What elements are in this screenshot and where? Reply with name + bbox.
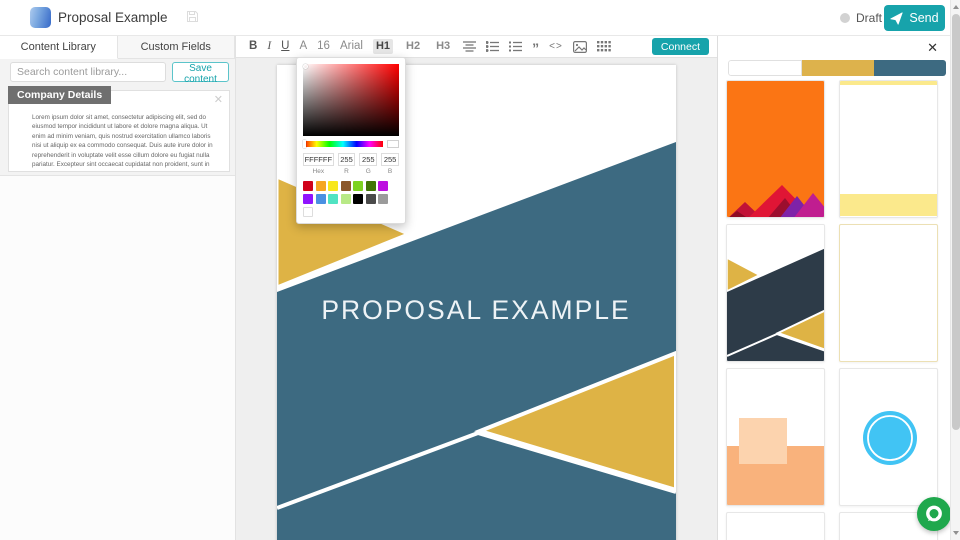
current-color-preview	[387, 140, 399, 148]
yellow-strip	[840, 81, 937, 85]
proposal-editor-app: Proposal Example Draft Send Content Libr…	[0, 0, 960, 540]
italic-button[interactable]: I	[267, 40, 271, 53]
scroll-up-icon[interactable]	[953, 5, 959, 9]
color-swatch[interactable]	[353, 194, 363, 204]
theme-color-segment[interactable]	[802, 60, 874, 76]
formatting-toolbar: B I U A 16 Arial H1 H2 H3 ” <> Connect	[236, 36, 717, 58]
close-icon[interactable]: ✕	[214, 93, 223, 106]
status-label: Draft	[856, 11, 883, 25]
autosave-icon	[186, 10, 199, 28]
blockquote-icon[interactable]: ”	[532, 41, 539, 55]
heading2-button[interactable]: H2	[403, 39, 423, 54]
cover-title[interactable]: PROPOSAL EXAMPLE	[321, 295, 630, 325]
color-swatch[interactable]	[303, 181, 313, 191]
red-label: R	[344, 168, 349, 175]
template-panel: ✕	[717, 36, 950, 540]
hex-input[interactable]	[303, 153, 334, 166]
page-scrollbar[interactable]	[950, 0, 960, 540]
chat-widget-button[interactable]	[917, 497, 951, 531]
library-tabs: Content Library Custom Fields	[0, 36, 235, 59]
bullet-list-icon[interactable]	[486, 41, 500, 52]
template-thumbnail-blank[interactable]	[839, 224, 938, 362]
align-center-icon[interactable]	[463, 41, 477, 52]
app-logo-icon[interactable]	[30, 7, 51, 28]
font-size-button[interactable]: 16	[317, 40, 330, 53]
font-family-button[interactable]: Arial	[340, 40, 363, 53]
green-input[interactable]	[359, 153, 378, 166]
tab-custom-fields[interactable]: Custom Fields	[118, 36, 235, 58]
color-swatch[interactable]	[378, 181, 388, 191]
peach-square	[739, 418, 787, 464]
color-swatch[interactable]	[365, 181, 376, 191]
status-dot-icon	[840, 13, 850, 23]
theme-color-segment[interactable]	[874, 60, 946, 76]
document-title: Proposal Example	[58, 10, 168, 25]
color-swatch[interactable]	[328, 194, 338, 204]
hue-cursor[interactable]	[303, 140, 306, 148]
color-swatch[interactable]	[303, 194, 313, 204]
text-color-button[interactable]: A	[299, 40, 307, 53]
blue-input[interactable]	[381, 153, 399, 166]
underline-button[interactable]: U	[281, 40, 289, 53]
template-thumbnail-navy-cover[interactable]	[726, 224, 825, 362]
chat-bubble-icon	[926, 505, 942, 522]
status-indicator: Draft	[840, 11, 882, 25]
hex-label: Hex	[312, 168, 325, 175]
connect-button[interactable]: Connect	[651, 38, 709, 55]
color-swatch[interactable]	[315, 181, 326, 191]
theme-color-bar[interactable]	[728, 60, 946, 76]
scroll-down-icon[interactable]	[953, 531, 959, 535]
heading3-button[interactable]: H3	[433, 39, 453, 54]
snippet-body-text: Lorem ipsum dolor sit amet, consectetur …	[32, 114, 213, 171]
code-icon[interactable]: <>	[549, 41, 563, 52]
template-thumbnail-blue-circle[interactable]	[839, 368, 938, 506]
template-thumbnail-yellow-bands[interactable]	[839, 80, 938, 218]
search-input[interactable]	[10, 62, 166, 82]
saturation-cursor[interactable]	[303, 64, 308, 69]
color-picker-popover: Hex R G B	[296, 57, 406, 224]
yellow-band	[840, 194, 937, 216]
color-swatch[interactable]	[365, 194, 376, 204]
color-swatch[interactable]	[340, 194, 351, 204]
table-grid-icon[interactable]	[596, 41, 611, 52]
save-content-button[interactable]: Save content	[172, 62, 229, 85]
color-swatch[interactable]	[353, 181, 363, 191]
green-label: G	[365, 168, 371, 175]
color-swatch[interactable]	[303, 207, 313, 217]
red-input[interactable]	[337, 153, 356, 166]
saturation-area[interactable]	[303, 64, 399, 136]
top-bar: Proposal Example Draft Send	[0, 0, 950, 36]
scrollbar-thumb[interactable]	[952, 14, 960, 430]
swatch-grid	[303, 181, 399, 217]
ordered-list-icon[interactable]	[509, 41, 523, 52]
close-panel-icon[interactable]: ✕	[927, 40, 938, 56]
blue-label: B	[387, 168, 393, 175]
paper-plane-icon	[890, 11, 903, 25]
color-swatch[interactable]	[378, 194, 388, 204]
heading1-button[interactable]: H1	[372, 39, 394, 54]
tab-content-library[interactable]: Content Library	[0, 36, 118, 59]
color-swatch[interactable]	[328, 181, 338, 191]
image-icon[interactable]	[572, 40, 587, 53]
color-swatch[interactable]	[315, 194, 326, 204]
theme-color-segment[interactable]	[728, 60, 802, 76]
snippet-title-badge[interactable]: Company Details	[8, 86, 112, 104]
bold-button[interactable]: B	[249, 40, 257, 53]
template-thumbnail-blank[interactable]	[726, 512, 825, 540]
send-button[interactable]: Send	[884, 5, 945, 31]
template-thumbnail-orange-mountains[interactable]	[726, 80, 825, 218]
hue-slider[interactable]	[303, 140, 383, 148]
color-swatch[interactable]	[340, 181, 351, 191]
template-thumbnail-peach-blocks[interactable]	[726, 368, 825, 506]
content-library-panel: Content Library Custom Fields Save conte…	[0, 36, 236, 540]
